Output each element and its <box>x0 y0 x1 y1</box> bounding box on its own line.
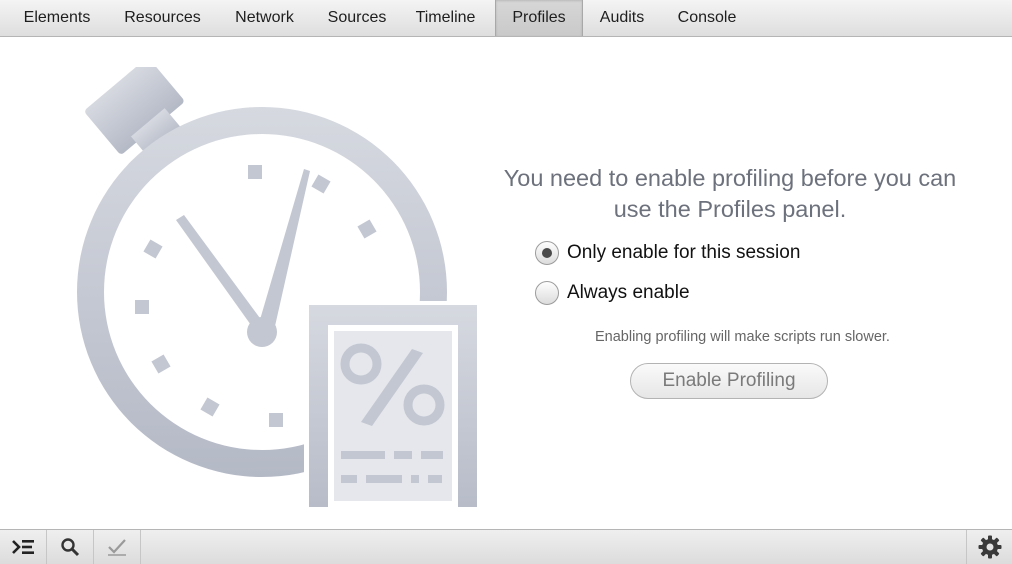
session-only-option[interactable]: Only enable for this session <box>535 241 800 265</box>
tab-network[interactable]: Network <box>211 0 318 36</box>
console-drawer-button[interactable] <box>0 530 47 564</box>
always-enable-option[interactable]: Always enable <box>535 281 690 305</box>
tab-sources[interactable]: Sources <box>318 0 396 36</box>
tab-elements[interactable]: Elements <box>0 0 114 36</box>
always-enable-label: Always enable <box>567 282 690 303</box>
always-enable-radio[interactable] <box>535 281 559 305</box>
enable-profiling-message: You need to enable profiling before you … <box>503 165 957 222</box>
tab-audits[interactable]: Audits <box>583 0 661 36</box>
profiles-stopwatch-illustration <box>77 67 480 507</box>
tab-profiles[interactable]: Profiles <box>495 0 583 36</box>
search-icon <box>61 538 80 557</box>
checkmark-icon <box>108 539 126 556</box>
tab-console[interactable]: Console <box>661 0 753 36</box>
console-drawer-icon <box>12 540 34 554</box>
enable-profiling-button[interactable]: Enable Profiling <box>630 363 828 399</box>
profiles-panel: You need to enable profiling before you … <box>0 37 1012 529</box>
search-button[interactable] <box>47 530 94 564</box>
settings-button[interactable] <box>966 530 1012 564</box>
tab-resources[interactable]: Resources <box>114 0 211 36</box>
gear-icon <box>978 535 1001 559</box>
session-only-label: Only enable for this session <box>567 242 801 263</box>
session-only-radio[interactable] <box>535 241 559 265</box>
profile-launcher: You need to enable profiling before you … <box>498 163 962 399</box>
tab-timeline[interactable]: Timeline <box>396 0 495 36</box>
profiling-warning-note: Enabling profiling will make scripts run… <box>595 329 890 345</box>
audit-check-button[interactable] <box>94 530 141 564</box>
tab-bar: Elements Resources Network Sources Timel… <box>0 0 1012 37</box>
status-bar <box>0 529 1012 564</box>
